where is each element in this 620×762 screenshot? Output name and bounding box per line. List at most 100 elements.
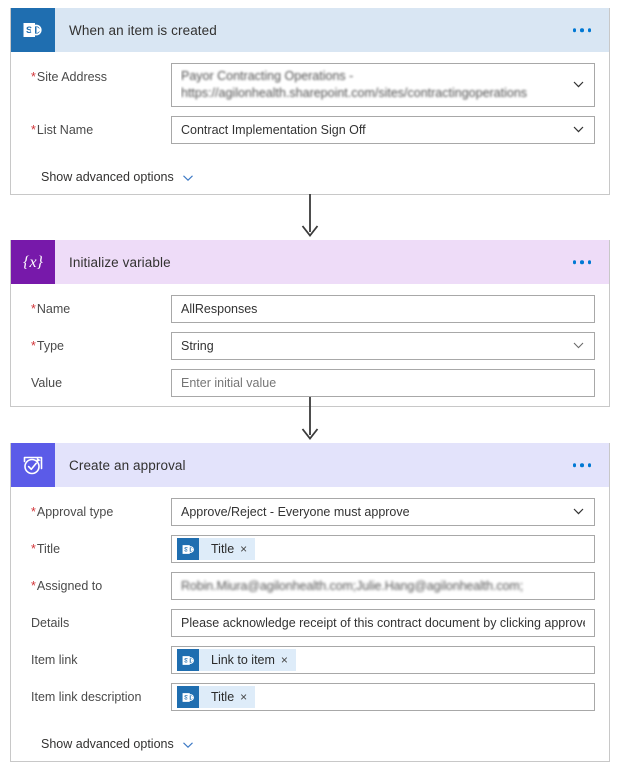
list-name-combobox[interactable]: Contract Implementation Sign Off bbox=[171, 116, 595, 144]
close-icon[interactable]: × bbox=[240, 543, 247, 555]
field-row-assigned-to: *Assigned to Robin.Miura@agilonhealth.co… bbox=[11, 572, 609, 600]
field-label-variable-type: *Type bbox=[31, 339, 64, 353]
card-header[interactable]: S When an item is created bbox=[11, 8, 609, 52]
flow-card-trigger-sharepoint[interactable]: S When an item is created *Site Address bbox=[10, 8, 610, 195]
field-control-list-name: Contract Implementation Sign Off bbox=[171, 116, 595, 144]
arrow-down-icon bbox=[301, 194, 319, 237]
field-control-assigned-to: Robin.Miura@agilonhealth.com;Julie.Hang@… bbox=[171, 572, 595, 600]
field-label-approval-title: *Title bbox=[31, 542, 61, 556]
field-label-site-address: *Site Address bbox=[31, 70, 108, 84]
variable-name-input[interactable]: AllResponses bbox=[171, 295, 595, 323]
field-control-site-address: Payor Contracting Operations - https://a… bbox=[171, 63, 595, 107]
sharepoint-icon: S bbox=[177, 538, 199, 560]
variable-braces-icon: {x} bbox=[11, 240, 55, 284]
card-overflow-menu-button[interactable] bbox=[569, 254, 596, 270]
menu-dot bbox=[572, 260, 576, 264]
menu-dot bbox=[580, 463, 584, 467]
close-icon[interactable]: × bbox=[281, 654, 288, 666]
menu-dot bbox=[587, 28, 591, 32]
variable-value-input[interactable]: Enter initial value bbox=[171, 369, 595, 397]
approval-check-icon bbox=[11, 443, 55, 487]
details-input[interactable]: Please acknowledge receipt of this contr… bbox=[171, 609, 595, 637]
field-label-variable-value: Value bbox=[31, 376, 63, 390]
menu-dot bbox=[572, 463, 576, 467]
field-row-variable-name: *Name AllResponses bbox=[11, 295, 609, 323]
close-icon[interactable]: × bbox=[240, 691, 247, 703]
field-control-variable-value: Enter initial value bbox=[171, 369, 595, 397]
required-asterisk: * bbox=[31, 339, 36, 353]
variable-type-combobox[interactable]: String bbox=[171, 332, 595, 360]
required-asterisk: * bbox=[31, 505, 36, 519]
card-title: Initialize variable bbox=[69, 254, 171, 270]
field-control-approval-type: Approve/Reject - Everyone must approve bbox=[171, 498, 595, 526]
field-control-item-link-description: S Title × bbox=[171, 683, 595, 711]
dynamic-content-token[interactable]: S Title × bbox=[177, 686, 256, 708]
menu-dot bbox=[587, 260, 591, 264]
card-title: When an item is created bbox=[69, 22, 217, 38]
card-body: *Approval type Approve/Reject - Everyone… bbox=[11, 487, 609, 761]
approval-type-value: Approve/Reject - Everyone must approve bbox=[181, 504, 410, 519]
field-label-variable-name: *Name bbox=[31, 302, 71, 316]
flow-card-create-approval[interactable]: Create an approval *Approval type Approv… bbox=[10, 443, 610, 762]
field-row-approval-type: *Approval type Approve/Reject - Everyone… bbox=[11, 498, 609, 526]
variable-type-value: String bbox=[181, 338, 214, 353]
site-address-value-line2: https://agilonhealth.sharepoint.com/site… bbox=[181, 86, 528, 100]
sharepoint-icon: S bbox=[177, 686, 199, 708]
menu-dot bbox=[587, 463, 591, 467]
show-advanced-options-approval[interactable]: Show advanced options bbox=[11, 720, 609, 761]
site-address-value-line1: Payor Contracting Operations - bbox=[181, 69, 354, 83]
chevron-down-icon bbox=[182, 738, 194, 750]
approval-type-combobox[interactable]: Approve/Reject - Everyone must approve bbox=[171, 498, 595, 526]
variable-name-value: AllResponses bbox=[181, 301, 258, 316]
flow-card-initialize-variable[interactable]: {x} Initialize variable *Name AllRespons… bbox=[10, 240, 610, 407]
field-label-item-link: Item link bbox=[31, 653, 78, 667]
approval-title-token-input[interactable]: S Title × bbox=[171, 535, 595, 563]
sharepoint-icon: S bbox=[177, 649, 199, 671]
field-label-details: Details bbox=[31, 616, 70, 630]
field-row-variable-value: Value Enter initial value bbox=[11, 369, 609, 397]
field-control-variable-name: AllResponses bbox=[171, 295, 595, 323]
chevron-down-icon bbox=[573, 340, 584, 351]
card-body: *Site Address Payor Contracting Operatio… bbox=[11, 52, 609, 194]
details-value: Please acknowledge receipt of this contr… bbox=[181, 615, 585, 630]
dynamic-content-token[interactable]: S Link to item × bbox=[177, 649, 296, 671]
card-overflow-menu-button[interactable] bbox=[569, 457, 596, 473]
card-title: Create an approval bbox=[69, 457, 186, 473]
required-asterisk: * bbox=[31, 123, 36, 137]
field-row-item-link-description: Item link description S Title × bbox=[11, 683, 609, 711]
field-row-site-address: *Site Address Payor Contracting Operatio… bbox=[11, 63, 609, 107]
field-row-list-name: *List Name Contract Implementation Sign … bbox=[11, 116, 609, 144]
chevron-down-icon bbox=[573, 124, 584, 135]
required-asterisk: * bbox=[31, 542, 36, 556]
chevron-down-icon bbox=[573, 79, 584, 90]
field-control-item-link: S Link to item × bbox=[171, 646, 595, 674]
card-header[interactable]: Create an approval bbox=[11, 443, 609, 487]
menu-dot bbox=[580, 28, 584, 32]
card-overflow-menu-button[interactable] bbox=[569, 22, 596, 38]
field-label-assigned-to: *Assigned to bbox=[31, 579, 103, 593]
show-advanced-options-label: Show advanced options bbox=[41, 737, 174, 751]
field-row-approval-title: *Title S Title × bbox=[11, 535, 609, 563]
field-label-item-link-description: Item link description bbox=[31, 690, 142, 704]
required-asterisk: * bbox=[31, 302, 36, 316]
item-link-token-input[interactable]: S Link to item × bbox=[171, 646, 595, 674]
token-label: Link to item bbox=[211, 653, 275, 667]
show-advanced-options-label: Show advanced options bbox=[41, 170, 174, 184]
token-label: Title bbox=[211, 542, 235, 556]
assigned-to-input[interactable]: Robin.Miura@agilonhealth.com;Julie.Hang@… bbox=[171, 572, 595, 600]
connector-trigger-to-variable bbox=[0, 194, 620, 240]
variable-value-placeholder: Enter initial value bbox=[181, 375, 277, 390]
dynamic-content-token[interactable]: S Title × bbox=[177, 538, 256, 560]
site-address-combobox[interactable]: Payor Contracting Operations - https://a… bbox=[171, 63, 595, 107]
item-link-description-token-input[interactable]: S Title × bbox=[171, 683, 595, 711]
svg-text:{x}: {x} bbox=[23, 254, 44, 271]
menu-dot bbox=[572, 28, 576, 32]
token-label: Title bbox=[211, 690, 235, 704]
field-control-variable-type: String bbox=[171, 332, 595, 360]
chevron-down-icon bbox=[182, 171, 194, 183]
field-control-details: Please acknowledge receipt of this contr… bbox=[171, 609, 595, 637]
card-header[interactable]: {x} Initialize variable bbox=[11, 240, 609, 284]
card-body: *Name AllResponses *Type String Value En… bbox=[11, 284, 609, 397]
show-advanced-options-trigger[interactable]: Show advanced options bbox=[11, 153, 609, 194]
required-asterisk: * bbox=[31, 70, 36, 84]
